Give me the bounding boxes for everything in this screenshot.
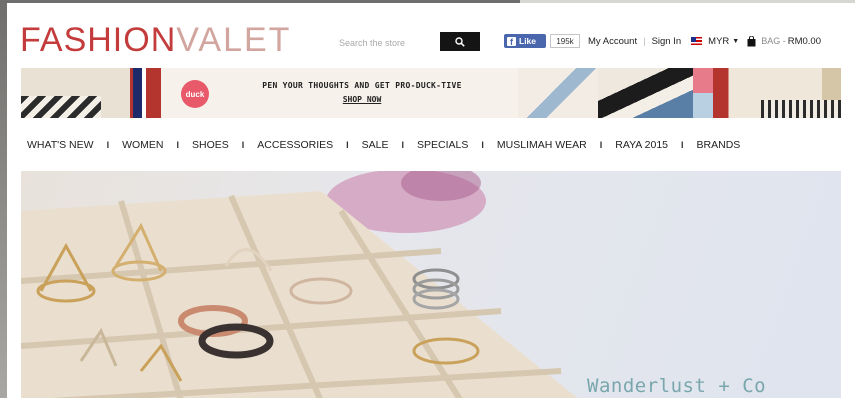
promo-decor-geo1 <box>518 68 598 118</box>
nav-item-accessories[interactable]: ACCESSORIES <box>257 139 333 151</box>
nav-item-muslimah-wear[interactable]: MUSLIMAH WEAR <box>497 139 587 151</box>
my-account-link[interactable]: My Account <box>588 36 637 47</box>
nav-item-whats-new[interactable]: WHAT'S NEW <box>27 139 94 151</box>
nav-item-specials[interactable]: SPECIALS <box>417 139 468 151</box>
promo-headline: PEN YOUR THOUGHTS AND GET PRO-DUCK-TIVE <box>262 81 462 90</box>
nav-separator: I <box>681 140 684 150</box>
nav-separator: I <box>346 140 349 150</box>
link-divider: | <box>643 35 646 47</box>
caret-down-icon[interactable]: ▼ <box>732 38 739 45</box>
nav-separator: I <box>241 140 245 150</box>
duck-brand-badge: duck <box>181 80 209 108</box>
nav-item-women[interactable]: WOMEN <box>122 139 163 151</box>
site-header: FASHIONVALET f Like 195k My Account | Si… <box>7 3 855 63</box>
nav-item-shoes[interactable]: SHOES <box>192 139 229 151</box>
nav-item-brands[interactable]: BRANDS <box>697 139 741 151</box>
nav-item-raya-2015[interactable]: RAYA 2015 <box>615 139 668 151</box>
search-button[interactable] <box>440 32 480 51</box>
nav-separator: I <box>106 140 110 150</box>
promo-decor-right-stripe <box>761 100 841 118</box>
hero-jewelry-image <box>21 171 578 398</box>
promo-decor-left-stripe <box>21 96 101 118</box>
nav-separator: I <box>599 140 603 150</box>
search-input[interactable] <box>333 33 441 52</box>
promo-shop-now-link[interactable]: SHOP NOW <box>217 95 507 104</box>
facebook-like-button[interactable]: f Like <box>504 34 546 48</box>
sign-in-link[interactable]: Sign In <box>652 36 682 47</box>
facebook-like-label: Like <box>519 36 537 46</box>
hero-banner[interactable]: Wanderlust + Co <box>21 171 841 398</box>
currency-selector[interactable]: MYR <box>708 36 729 47</box>
promo-banner[interactable]: duck PEN YOUR THOUGHTS AND GET PRO-DUCK-… <box>21 68 841 118</box>
promo-decor-geo3 <box>693 68 713 118</box>
nav-separator: I <box>176 140 180 150</box>
shopping-bag-icon[interactable] <box>747 36 756 47</box>
nav-item-sale[interactable]: SALE <box>362 139 389 151</box>
bag-total[interactable]: RM0.00 <box>788 36 821 47</box>
bag-label[interactable]: BAG - <box>761 36 786 46</box>
promo-decor-geo2 <box>598 68 693 118</box>
web-page: FASHIONVALET f Like 195k My Account | Si… <box>7 3 855 398</box>
logo-text-valet: VALET <box>176 21 292 59</box>
logo-text-fashion: FASHION <box>20 21 177 59</box>
nav-separator: I <box>481 140 484 150</box>
hero-caption: Wanderlust + Co <box>587 375 767 397</box>
main-navigation: WHAT'S NEW I WOMEN I SHOES I ACCESSORIES… <box>7 136 855 154</box>
promo-decor-union <box>133 68 155 118</box>
facebook-icon: f <box>507 36 516 47</box>
facebook-like-count: 195k <box>550 34 580 48</box>
malaysia-flag-icon <box>691 37 703 45</box>
account-links: My Account | Sign In MYR ▼ BAG - RM0.00 <box>588 34 821 48</box>
search-icon <box>455 36 465 47</box>
nav-separator: I <box>401 140 405 150</box>
site-logo[interactable]: FASHIONVALET <box>20 22 291 58</box>
